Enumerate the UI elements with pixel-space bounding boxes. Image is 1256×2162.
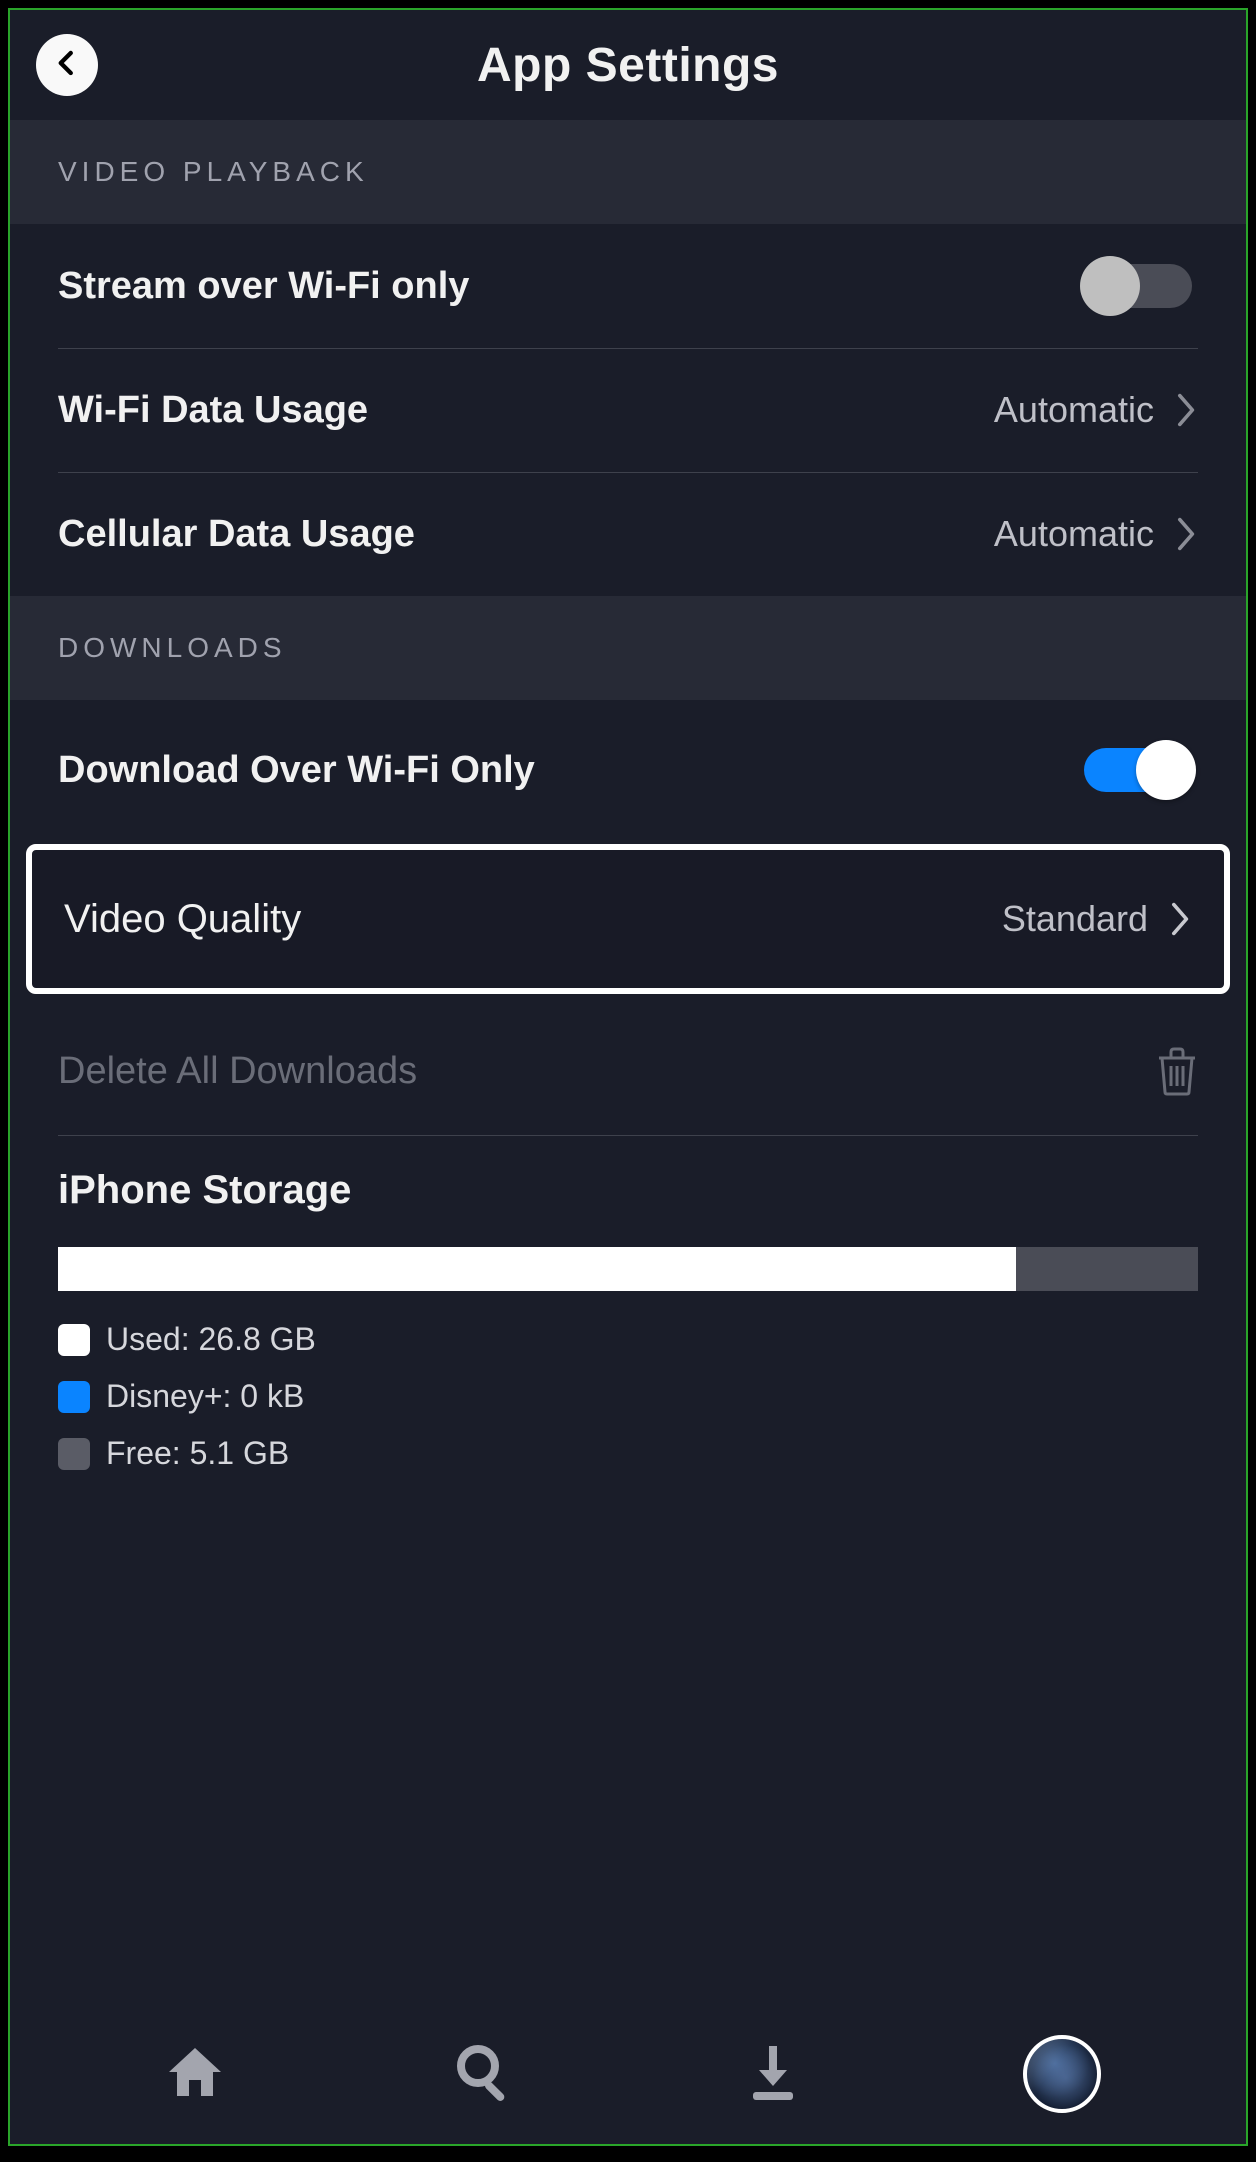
chevron-left-icon [52, 48, 82, 83]
legend-used: Used: 26.8 GB [58, 1321, 1198, 1358]
chevron-right-icon [1176, 392, 1198, 428]
section-header-video-playback: VIDEO PLAYBACK [10, 120, 1246, 224]
row-label: Cellular Data Usage [58, 513, 994, 556]
legend-free-label: Free: 5.1 GB [106, 1435, 289, 1472]
row-label: Delete All Downloads [58, 1050, 1156, 1093]
download-icon [741, 2040, 805, 2109]
tab-home[interactable] [150, 2029, 240, 2119]
storage-block: iPhone Storage Used: 26.8 GB Disney+: 0 … [10, 1136, 1246, 1492]
row-wifi-data-usage[interactable]: Wi-Fi Data Usage Automatic [10, 348, 1246, 472]
legend-used-label: Used: 26.8 GB [106, 1321, 316, 1358]
storage-title: iPhone Storage [58, 1168, 1198, 1213]
app-settings-screen: App Settings VIDEO PLAYBACK Stream over … [8, 8, 1248, 2146]
row-cellular-data-usage[interactable]: Cellular Data Usage Automatic [10, 472, 1246, 596]
storage-bar-used [58, 1247, 1016, 1291]
back-button[interactable] [36, 34, 98, 96]
row-stream-wifi[interactable]: Stream over Wi-Fi only [10, 224, 1246, 348]
legend-app-label: Disney+: 0 kB [106, 1378, 304, 1415]
tab-profile[interactable] [1017, 2029, 1107, 2119]
home-icon [163, 2040, 227, 2109]
tab-bar [10, 2004, 1246, 2144]
legend-app: Disney+: 0 kB [58, 1378, 1198, 1415]
storage-bar [58, 1247, 1198, 1291]
row-download-wifi[interactable]: Download Over Wi-Fi Only [10, 700, 1246, 840]
row-label: Video Quality [64, 897, 1002, 942]
row-value: Automatic [994, 389, 1154, 431]
section-header-downloads: DOWNLOADS [10, 596, 1246, 700]
trash-icon [1156, 1046, 1198, 1096]
swatch-free [58, 1438, 90, 1470]
row-value: Standard [1002, 898, 1148, 940]
row-delete-all-downloads[interactable]: Delete All Downloads [10, 1006, 1246, 1136]
header: App Settings [10, 10, 1246, 120]
tab-search[interactable] [439, 2029, 529, 2119]
swatch-used [58, 1324, 90, 1356]
toggle-download-wifi[interactable] [1084, 748, 1192, 792]
row-video-quality[interactable]: Video Quality Standard [26, 844, 1230, 994]
chevron-right-icon [1176, 516, 1198, 552]
legend-free: Free: 5.1 GB [58, 1435, 1198, 1472]
profile-avatar [1023, 2035, 1101, 2113]
toggle-stream-wifi[interactable] [1084, 264, 1192, 308]
storage-legend: Used: 26.8 GB Disney+: 0 kB Free: 5.1 GB [58, 1321, 1198, 1472]
search-icon [452, 2040, 516, 2109]
row-label: Download Over Wi-Fi Only [58, 749, 1084, 792]
row-value: Automatic [994, 513, 1154, 555]
row-label: Wi-Fi Data Usage [58, 389, 994, 432]
swatch-app [58, 1381, 90, 1413]
page-title: App Settings [10, 38, 1246, 93]
row-label: Stream over Wi-Fi only [58, 265, 1084, 308]
tab-downloads[interactable] [728, 2029, 818, 2119]
chevron-right-icon [1170, 901, 1192, 937]
